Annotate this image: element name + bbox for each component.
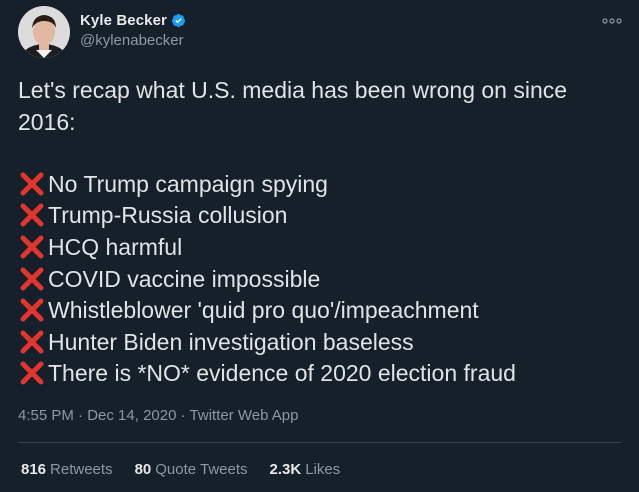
retweets-stat[interactable]: 816 Retweets: [21, 461, 113, 478]
divider: [18, 442, 621, 443]
avatar[interactable]: [18, 6, 70, 58]
list-item-text: Whistleblower 'quid pro quo'/impeachment: [48, 297, 479, 324]
verified-badge-icon: [171, 13, 186, 28]
tweet-meta: 4:55 PM · Dec 14, 2020 · Twitter Web App: [18, 407, 298, 424]
tweet-header: Kyle Becker @kylenabecker: [18, 6, 622, 62]
list-item: No Trump campaign spying: [18, 168, 621, 200]
likes-label: Likes: [305, 461, 341, 478]
likes-count: 2.3K: [269, 461, 302, 478]
list-item-text: Hunter Biden investigation baseless: [48, 328, 414, 355]
author-block: Kyle Becker @kylenabecker: [80, 12, 186, 49]
likes-stat[interactable]: 2.3K Likes: [270, 461, 341, 478]
quote-tweets-label: Quote Tweets: [155, 461, 248, 478]
list-item: There is *NO* evidence of 2020 election …: [18, 358, 621, 390]
list-item-text: There is *NO* evidence of 2020 election …: [48, 360, 516, 387]
tweet-body: Let's recap what U.S. media has been wro…: [18, 74, 621, 389]
list-item-text: No Trump campaign spying: [48, 170, 328, 197]
retweets-count: 816: [21, 461, 47, 478]
handle[interactable]: @kylenabecker: [80, 32, 186, 49]
tweet-date[interactable]: Dec 14, 2020: [87, 407, 176, 424]
list-item-text: COVID vaccine impossible: [48, 265, 321, 292]
tweet-intro: Let's recap what U.S. media has been wro…: [18, 77, 568, 135]
list-item: Whistleblower 'quid pro quo'/impeachment: [18, 294, 621, 326]
cross-mark-icon: [18, 328, 46, 356]
tweet-card: Kyle Becker @kylenabecker Let's recap wh…: [0, 0, 639, 492]
list-item-text: Trump-Russia collusion: [48, 202, 288, 229]
list-item: COVID vaccine impossible: [18, 263, 621, 295]
list-item: HCQ harmful: [18, 231, 621, 263]
tweet-source[interactable]: Twitter Web App: [190, 407, 299, 424]
tweet-stats: 816 Retweets 80 Quote Tweets 2.3K Likes: [21, 461, 340, 478]
cross-mark-icon: [18, 296, 46, 324]
cross-mark-icon: [18, 170, 46, 198]
cross-mark-icon: [18, 359, 46, 387]
cross-mark-icon: [18, 201, 46, 229]
list-item: Hunter Biden investigation baseless: [18, 326, 621, 358]
retweets-label: Retweets: [50, 461, 113, 478]
list-item-text: HCQ harmful: [48, 233, 183, 260]
tweet-time[interactable]: 4:55 PM: [18, 407, 74, 424]
quote-tweets-count: 80: [134, 461, 152, 478]
tweet-list: No Trump campaign spying Trump-Russia co…: [18, 168, 621, 389]
cross-mark-icon: [18, 233, 46, 261]
cross-mark-icon: [18, 265, 46, 293]
meta-separator: ·: [180, 407, 190, 424]
meta-separator: ·: [78, 407, 88, 424]
list-item: Trump-Russia collusion: [18, 200, 621, 232]
display-name[interactable]: Kyle Becker: [80, 12, 167, 29]
quote-tweets-stat[interactable]: 80 Quote Tweets: [135, 461, 248, 478]
more-options-icon[interactable]: [599, 14, 625, 28]
